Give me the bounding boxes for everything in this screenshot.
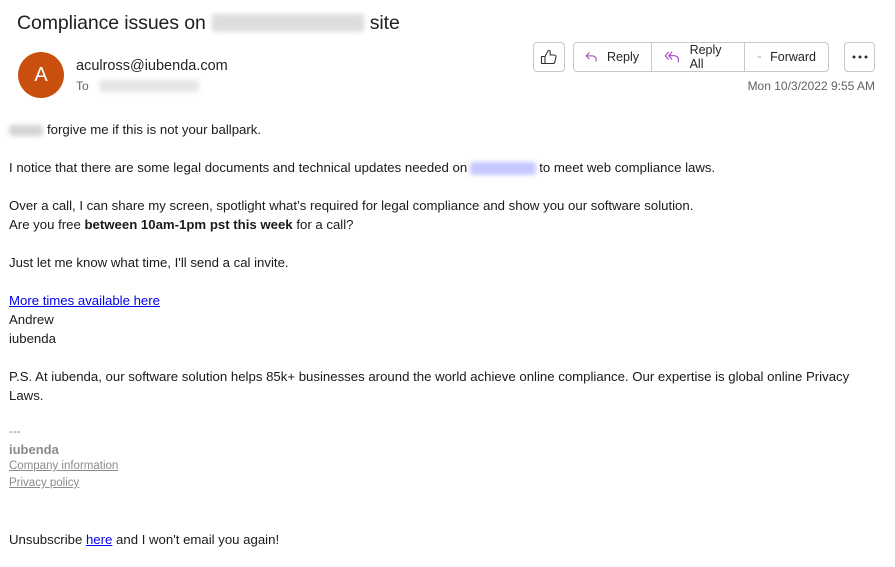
unsubscribe-before: Unsubscribe xyxy=(9,532,86,547)
email-timestamp: Mon 10/3/2022 9:55 AM xyxy=(747,79,875,93)
redacted-recipient-name xyxy=(9,125,43,137)
redacted-site-link[interactable] xyxy=(470,162,537,176)
reply-all-label: Reply All xyxy=(689,43,722,71)
more-times-link[interactable]: More times available here xyxy=(9,293,160,308)
postscript: P.S. At iubenda, our software solution h… xyxy=(9,369,850,403)
subject-suffix: site xyxy=(369,12,400,34)
availability-bold: between 10am-1pm pst this week xyxy=(84,217,293,232)
privacy-policy-link[interactable]: Privacy policy xyxy=(9,477,79,489)
notice-text-before: I notice that there are some legal docum… xyxy=(9,160,468,175)
forward-label: Forward xyxy=(770,50,816,64)
thumbs-up-icon xyxy=(540,49,557,65)
availability-before: Are you free xyxy=(9,217,85,232)
paragraph-cal-invite: Just let me know what time, I'll send a … xyxy=(9,255,289,270)
forward-button[interactable]: Forward xyxy=(745,43,828,71)
redacted-recipient xyxy=(98,80,199,92)
reply-all-icon xyxy=(664,51,679,63)
notice-text-after: to meet web compliance laws. xyxy=(539,160,716,175)
to-label: To xyxy=(76,79,89,93)
reply-icon xyxy=(585,52,597,62)
redacted-company-name xyxy=(211,13,364,32)
signature-name: Andrew xyxy=(9,312,54,327)
signature-dashes: --- xyxy=(9,426,21,438)
email-subject: Compliance issues on site xyxy=(17,12,400,35)
avatar-initial: A xyxy=(34,63,48,86)
reply-label: Reply xyxy=(607,50,639,64)
reply-actions: Reply Reply All Forward xyxy=(573,42,829,72)
signature-brand: iubenda xyxy=(9,442,59,457)
paragraph-notice: I notice that there are some legal docum… xyxy=(9,158,884,177)
company-information-link[interactable]: Company information xyxy=(9,460,118,472)
greeting-line: forgive me if this is not your ballpark. xyxy=(9,120,884,139)
reply-button[interactable]: Reply xyxy=(574,43,652,71)
unsubscribe-after: and I won't email you again! xyxy=(112,532,280,547)
more-actions-button[interactable] xyxy=(844,42,875,72)
unsubscribe-line: Unsubscribe here and I won't email you a… xyxy=(9,530,884,549)
reply-all-button[interactable]: Reply All xyxy=(652,43,745,71)
recipient-line: To xyxy=(76,79,199,93)
forward-arrow-icon xyxy=(757,55,761,59)
paragraph-availability: Are you free between 10am-1pm pst this w… xyxy=(9,215,884,234)
signature-company: iubenda xyxy=(9,331,56,346)
more-horizontal-icon xyxy=(852,55,867,59)
subject-prefix: Compliance issues on xyxy=(17,12,206,34)
unsubscribe-link[interactable]: here xyxy=(86,532,112,547)
email-body: forgive me if this is not your ballpark.… xyxy=(9,120,884,549)
paragraph-call-offer: Over a call, I can share my screen, spot… xyxy=(9,198,694,213)
email-signature: --- iubenda Company information Privacy … xyxy=(9,424,884,492)
like-button[interactable] xyxy=(533,42,565,72)
sender-address[interactable]: aculross@iubenda.com xyxy=(76,58,228,74)
availability-after: for a call? xyxy=(292,217,354,232)
greeting-text: forgive me if this is not your ballpark. xyxy=(47,122,262,137)
sender-avatar[interactable]: A xyxy=(18,52,64,98)
